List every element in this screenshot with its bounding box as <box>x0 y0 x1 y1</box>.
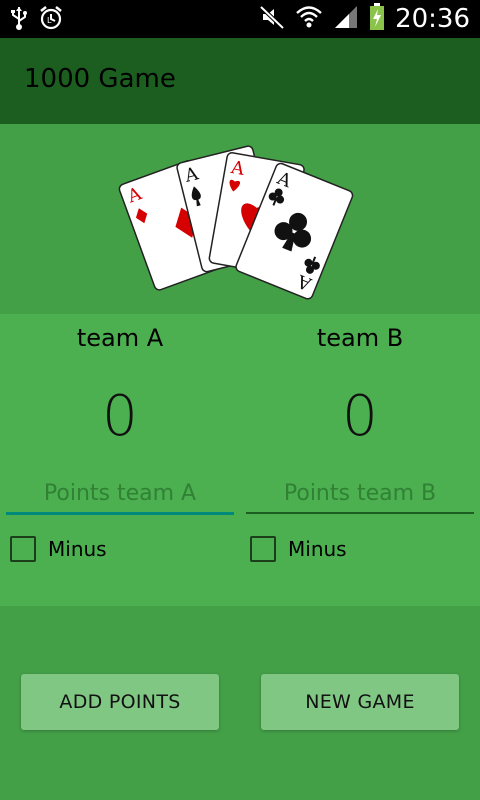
team-a-name: team A <box>76 324 164 352</box>
app-bar: 1000 Game <box>0 38 480 124</box>
status-time: 20:36 <box>395 4 470 34</box>
team-a-points-input[interactable] <box>6 474 234 512</box>
team-b-input-underline <box>246 512 474 514</box>
team-a-minus-label: Minus <box>48 537 107 561</box>
alarm-icon: L <box>38 5 64 35</box>
hero-section: A A A A A <box>0 124 480 314</box>
playing-cards-image: A A A A A <box>110 144 370 314</box>
team-a-input-underline <box>6 512 234 515</box>
svg-text:L: L <box>47 16 52 25</box>
action-area: ADD POINTS NEW GAME <box>0 606 480 800</box>
score-panel: team A 0 Minus team B 0 Minus <box>0 314 480 606</box>
signal-icon <box>333 4 359 34</box>
team-b-name: team B <box>316 324 404 352</box>
team-a-minus-checkbox-row[interactable]: Minus <box>10 536 107 562</box>
team-a-minus-checkbox[interactable] <box>10 536 36 562</box>
status-bar: L 20:36 <box>0 0 480 38</box>
team-b-minus-checkbox[interactable] <box>250 536 276 562</box>
new-game-button[interactable]: NEW GAME <box>261 674 459 730</box>
battery-charging-icon <box>369 3 385 35</box>
team-b-points-input[interactable] <box>246 474 474 512</box>
usb-icon <box>10 5 28 35</box>
app-title: 1000 Game <box>24 64 176 94</box>
add-points-button[interactable]: ADD POINTS <box>21 674 219 730</box>
team-b-score: 0 <box>342 384 378 449</box>
team-a-score: 0 <box>102 384 138 449</box>
wifi-icon <box>295 4 323 34</box>
team-b-minus-label: Minus <box>288 537 347 561</box>
team-b-minus-checkbox-row[interactable]: Minus <box>250 536 347 562</box>
mute-icon <box>259 4 285 34</box>
